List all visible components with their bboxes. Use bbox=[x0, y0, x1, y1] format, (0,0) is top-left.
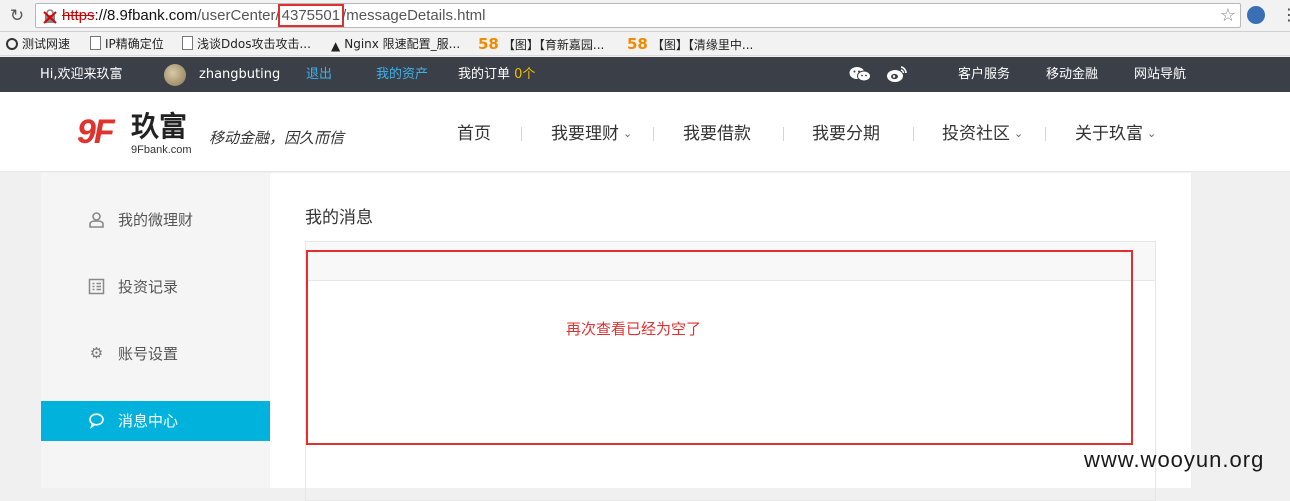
bookmark-item[interactable]: 测试网速 bbox=[6, 35, 70, 53]
site-topbar: Hi,欢迎来玖富 zhangbuting 退出 我的资产 我的订单 0个 客户服… bbox=[0, 57, 1290, 92]
chevron-down-icon: ⌄ bbox=[623, 127, 633, 140]
bookmark-label: 测试网速 bbox=[22, 37, 71, 51]
page-icon bbox=[182, 36, 193, 50]
gear-icon: ⚙ bbox=[89, 344, 104, 362]
bookmark-item[interactable]: 58 【图】【育新嘉园... bbox=[478, 35, 604, 54]
chat-bubble-icon bbox=[89, 413, 104, 429]
nav-installment[interactable]: 我要分期 bbox=[812, 123, 880, 145]
bookmark-label: Nginx 限速配置_服... bbox=[344, 37, 461, 51]
sidebar-item-investment-records[interactable]: 投资记录 bbox=[41, 267, 270, 307]
bookmark-item[interactable]: 浅谈Ddos攻击攻击... bbox=[182, 35, 311, 53]
bookmarks-bar: 测试网速 IP精确定位 浅谈Ddos攻击攻击... ▲ Nginx 限速配置_服.… bbox=[0, 32, 1290, 56]
customer-service-link[interactable]: 客户服务 bbox=[958, 66, 1010, 83]
annotation-box bbox=[306, 250, 1133, 445]
nav-about[interactable]: 关于玖富 ⌄ bbox=[1075, 123, 1156, 145]
avatar[interactable] bbox=[164, 64, 186, 86]
browser-menu-icon[interactable]: ⋮ bbox=[1281, 5, 1290, 25]
nav-borrow[interactable]: 我要借款 bbox=[683, 123, 751, 145]
annotation-text: 再次查看已经为空了 bbox=[566, 320, 702, 338]
mobile-finance-link[interactable]: 移动金融 bbox=[1046, 66, 1098, 83]
user-icon bbox=[89, 212, 104, 228]
order-count: 0个 bbox=[514, 67, 536, 82]
url-separator: :// bbox=[94, 7, 108, 24]
logout-link[interactable]: 退出 bbox=[306, 66, 332, 83]
nav-label: 我要分期 bbox=[812, 124, 880, 144]
slogan: 移动金融，因久而信 bbox=[209, 129, 345, 147]
my-orders-link[interactable]: 我的订单 0个 bbox=[458, 66, 535, 83]
sidebar-item-label: 投资记录 bbox=[118, 278, 179, 296]
nav-invest[interactable]: 我要理财 ⌄ bbox=[551, 123, 632, 145]
bookmark-item[interactable]: 58 【图】【清缘里中... bbox=[627, 35, 753, 54]
nav-label: 首页 bbox=[457, 124, 491, 144]
url-host: 8.9fbank.com bbox=[107, 7, 198, 24]
logo-domain: 9Fbank.com bbox=[131, 144, 192, 156]
sidebar-item-account-settings[interactable]: ⚙ 账号设置 bbox=[41, 334, 270, 374]
bookmark-label: 【图】【育新嘉园... bbox=[502, 38, 605, 52]
nav-home[interactable]: 首页 bbox=[457, 123, 491, 145]
watermark: www.wooyun.org bbox=[1084, 447, 1265, 472]
browser-toolbar: ↻ https://8.9fbank.com/userCenter/437550… bbox=[0, 0, 1290, 32]
insecure-lock-icon[interactable] bbox=[42, 8, 58, 24]
nav-label: 我要理财 bbox=[551, 124, 619, 144]
nav-community[interactable]: 投资社区 ⌄ bbox=[942, 123, 1023, 145]
nav-divider bbox=[653, 127, 654, 141]
user-center-sidebar: 我的微理财 投资记录 ⚙ 账号设置 消息中心 bbox=[41, 173, 270, 488]
reload-icon[interactable]: ↻ bbox=[6, 5, 28, 27]
my-assets-link[interactable]: 我的资产 bbox=[376, 66, 428, 83]
penguin-icon: ▲ bbox=[331, 39, 341, 53]
nav-divider bbox=[521, 127, 522, 141]
chevron-down-icon: ⌄ bbox=[1014, 127, 1024, 140]
sidebar-item-label: 我的微理财 bbox=[118, 211, 194, 229]
nav-divider bbox=[913, 127, 914, 141]
eye-icon bbox=[6, 38, 18, 50]
bookmark-star-icon[interactable]: ☆ bbox=[1220, 6, 1236, 26]
nav-label: 关于玖富 bbox=[1075, 124, 1143, 144]
welcome-text: Hi,欢迎来玖富 bbox=[40, 67, 123, 82]
page-icon bbox=[90, 36, 101, 50]
bookmark-label: IP精确定位 bbox=[105, 37, 164, 51]
url-path: /userCenter/ bbox=[197, 7, 280, 24]
nav-divider bbox=[783, 127, 784, 141]
bookmark-item[interactable]: ▲ Nginx 限速配置_服... bbox=[331, 35, 460, 55]
nav-label: 投资社区 bbox=[942, 124, 1010, 144]
globe-icon[interactable] bbox=[1247, 6, 1265, 24]
logo-name: 玖富 bbox=[131, 110, 188, 143]
address-bar[interactable]: https://8.9fbank.com/userCenter/4375501/… bbox=[35, 3, 1241, 28]
58-icon: 58 bbox=[478, 35, 499, 53]
nav-label: 我要借款 bbox=[683, 124, 751, 144]
sidebar-item-message-center[interactable]: 消息中心 bbox=[41, 401, 270, 441]
site-header: 9F 玖富 9Fbank.com 移动金融，因久而信 首页 我要理财 ⌄ 我要借款… bbox=[0, 92, 1290, 172]
site-nav-link[interactable]: 网站导航 bbox=[1134, 66, 1186, 83]
wechat-icon[interactable] bbox=[849, 66, 871, 82]
sidebar-item-label: 消息中心 bbox=[118, 412, 179, 430]
weibo-icon[interactable] bbox=[886, 65, 908, 83]
bookmark-label: 浅谈Ddos攻击攻击... bbox=[197, 37, 311, 51]
url-user-id-highlight: 4375501 bbox=[277, 4, 345, 27]
58-icon: 58 bbox=[627, 35, 648, 53]
bookmark-label: 【图】【清缘里中... bbox=[651, 38, 754, 52]
url-path-tail: /messageDetails.html bbox=[342, 7, 486, 24]
nav-divider bbox=[1045, 127, 1046, 141]
sidebar-item-label: 账号设置 bbox=[118, 345, 179, 363]
list-icon bbox=[88, 278, 105, 295]
page-title: 我的消息 bbox=[305, 208, 373, 228]
url-text: https://8.9fbank.com/userCenter/4375501/… bbox=[62, 4, 486, 27]
logo-mark: 9F bbox=[77, 113, 115, 151]
sidebar-item-micro-finance[interactable]: 我的微理财 bbox=[41, 200, 270, 240]
username[interactable]: zhangbuting bbox=[199, 66, 280, 83]
bookmark-item[interactable]: IP精确定位 bbox=[90, 35, 164, 53]
my-orders-label: 我的订单 bbox=[458, 67, 511, 82]
url-scheme: https bbox=[62, 7, 95, 24]
chevron-down-icon: ⌄ bbox=[1147, 127, 1157, 140]
